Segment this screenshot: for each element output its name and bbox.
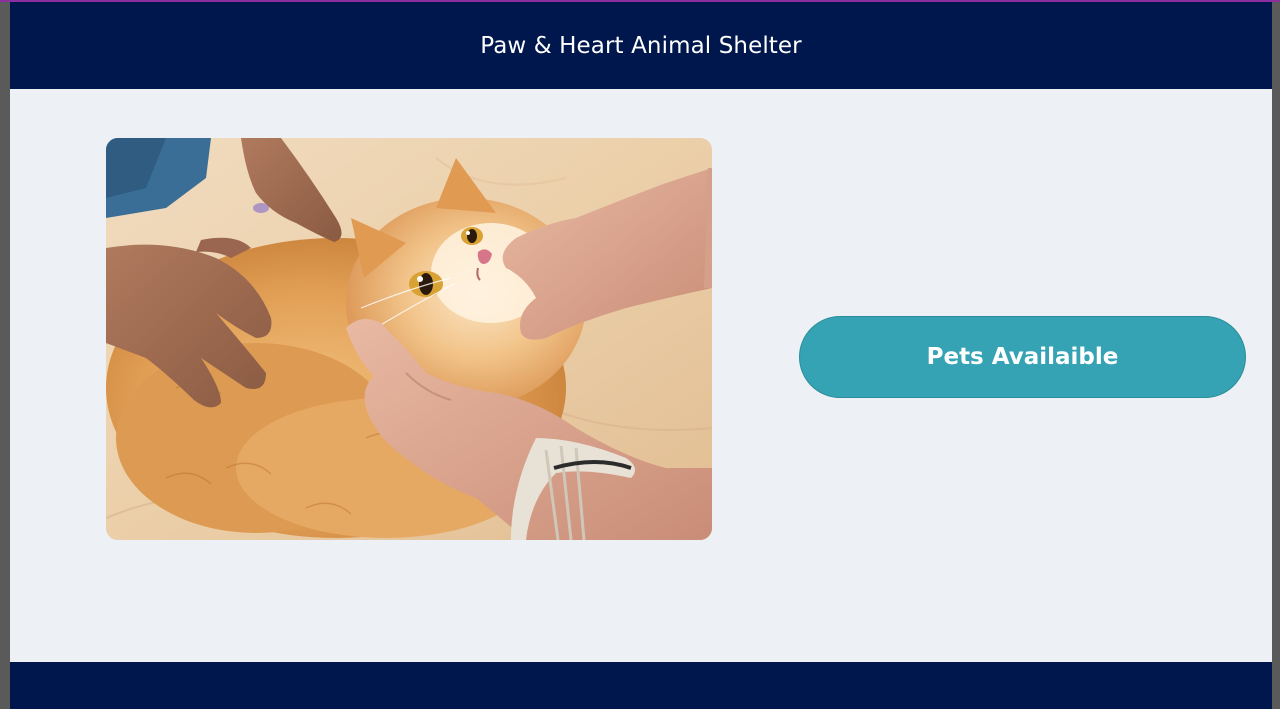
footer-bar <box>10 662 1272 709</box>
cat-photo <box>106 138 712 540</box>
cat-photo-illustration <box>106 138 712 540</box>
page-title: Paw & Heart Animal Shelter <box>480 32 802 59</box>
app-screen: Paw & Heart Animal Shelter Pets Availaib… <box>10 2 1272 709</box>
pets-available-button[interactable]: Pets Availaible <box>799 316 1246 398</box>
pets-available-button-label: Pets Availaible <box>926 344 1119 370</box>
header-bar: Paw & Heart Animal Shelter <box>10 2 1272 89</box>
